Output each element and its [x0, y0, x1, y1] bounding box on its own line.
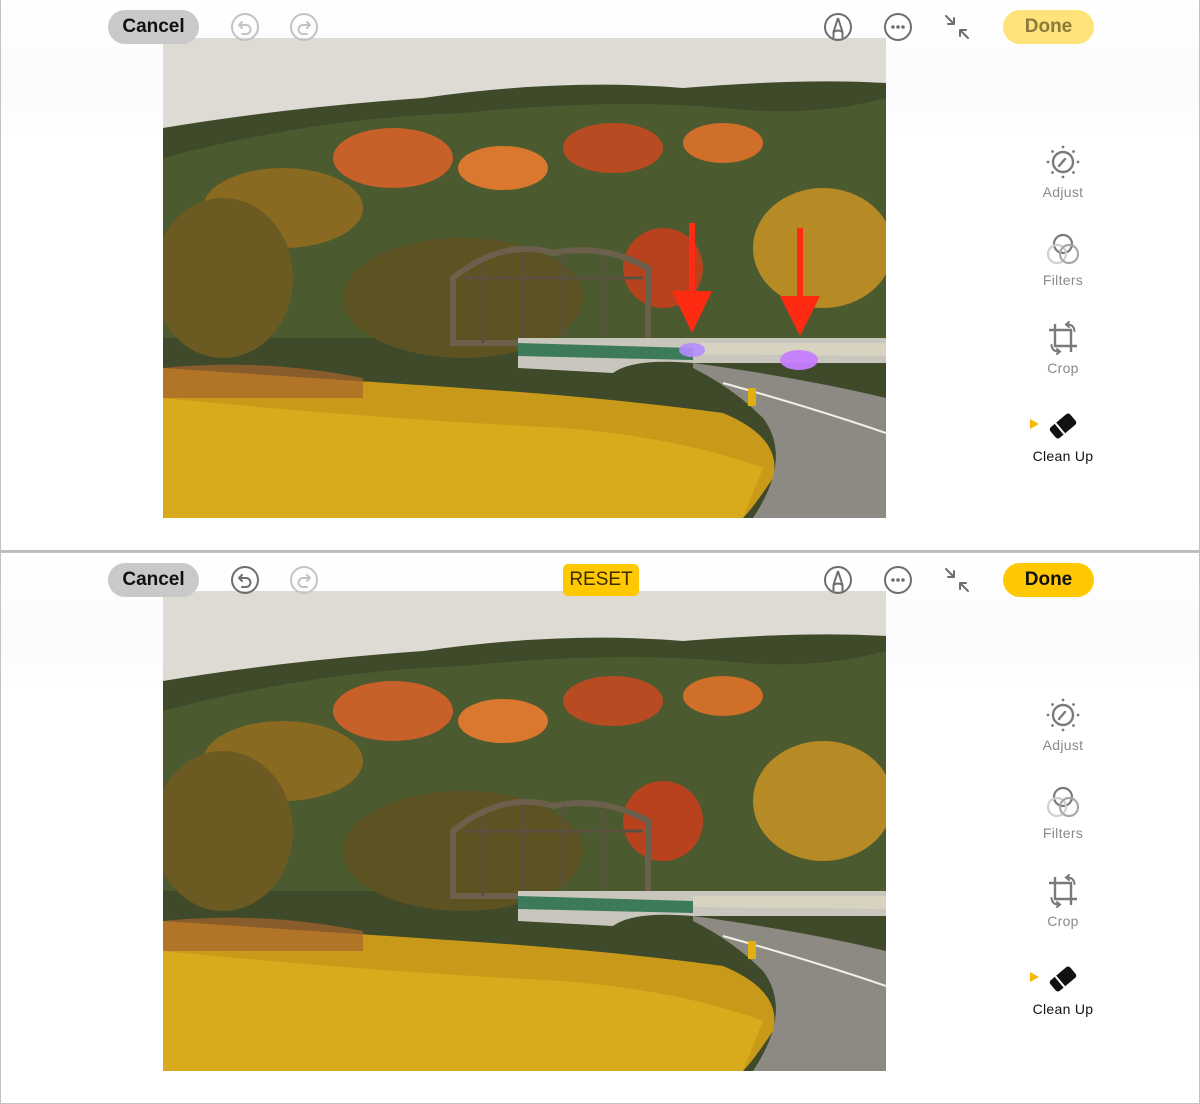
collapse-button[interactable] — [942, 565, 972, 595]
eraser-icon — [1049, 966, 1077, 992]
collapse-arrows-icon — [945, 15, 969, 39]
after-editor-panel: Cancel RESET Done Adjust Filters Crop Cl… — [0, 552, 1200, 1104]
tool-filters[interactable]: Filters — [1013, 783, 1113, 841]
reset-button[interactable]: RESET — [563, 564, 639, 596]
redo-icon — [290, 13, 318, 41]
photo-canvas[interactable] — [163, 591, 886, 1071]
more-ellipsis-icon — [884, 13, 912, 41]
eraser-icon — [1049, 413, 1077, 439]
filters-circles-icon — [1046, 786, 1080, 818]
redo-button[interactable] — [289, 565, 319, 595]
tool-adjust[interactable]: Adjust — [1013, 695, 1113, 753]
tool-filters[interactable]: Filters — [1013, 230, 1113, 288]
tool-adjust[interactable]: Adjust — [1013, 142, 1113, 200]
adjust-dial-icon — [1046, 145, 1080, 179]
markup-pen-icon — [824, 13, 852, 41]
active-tool-indicator — [1030, 419, 1039, 429]
landscape-photo — [163, 38, 886, 518]
tool-clean-up[interactable]: Clean Up — [1013, 406, 1113, 464]
tool-label: Adjust — [1042, 737, 1084, 753]
more-button[interactable] — [883, 565, 913, 595]
cancel-button[interactable]: Cancel — [108, 563, 199, 597]
cancel-button[interactable]: Cancel — [108, 10, 199, 44]
redo-button[interactable] — [289, 12, 319, 42]
collapse-button[interactable] — [942, 12, 972, 42]
undo-icon — [231, 13, 259, 41]
before-editor-panel: Cancel Done Adjust Filters Crop Clean Up — [0, 0, 1200, 551]
adjust-dial-icon — [1046, 698, 1080, 732]
tool-clean-up[interactable]: Clean Up — [1013, 959, 1113, 1017]
done-button[interactable]: Done — [1003, 10, 1094, 44]
crop-rotate-icon — [1049, 321, 1077, 355]
filters-circles-icon — [1046, 233, 1080, 265]
redo-icon — [290, 566, 318, 594]
tool-label: Clean Up — [1032, 1001, 1094, 1017]
markup-button[interactable] — [823, 565, 853, 595]
landscape-photo — [163, 591, 886, 1071]
tool-crop[interactable]: Crop — [1013, 871, 1113, 929]
tool-label: Crop — [1047, 913, 1079, 929]
undo-icon — [231, 566, 259, 594]
crop-rotate-icon — [1049, 874, 1077, 908]
undo-button[interactable] — [230, 565, 260, 595]
more-ellipsis-icon — [884, 566, 912, 594]
active-tool-indicator — [1030, 972, 1039, 982]
highlighted-car[interactable] — [679, 343, 705, 357]
tool-label: Crop — [1047, 360, 1079, 376]
highlighted-car[interactable] — [780, 350, 818, 370]
collapse-arrows-icon — [945, 568, 969, 592]
undo-button[interactable] — [230, 12, 260, 42]
photo-canvas[interactable] — [163, 38, 886, 518]
tool-label: Filters — [1042, 825, 1084, 841]
tool-crop[interactable]: Crop — [1013, 318, 1113, 376]
markup-pen-icon — [824, 566, 852, 594]
tool-label: Filters — [1042, 272, 1084, 288]
done-button[interactable]: Done — [1003, 563, 1094, 597]
tool-label: Adjust — [1042, 184, 1084, 200]
more-button[interactable] — [883, 12, 913, 42]
markup-button[interactable] — [823, 12, 853, 42]
tool-label: Clean Up — [1032, 448, 1094, 464]
